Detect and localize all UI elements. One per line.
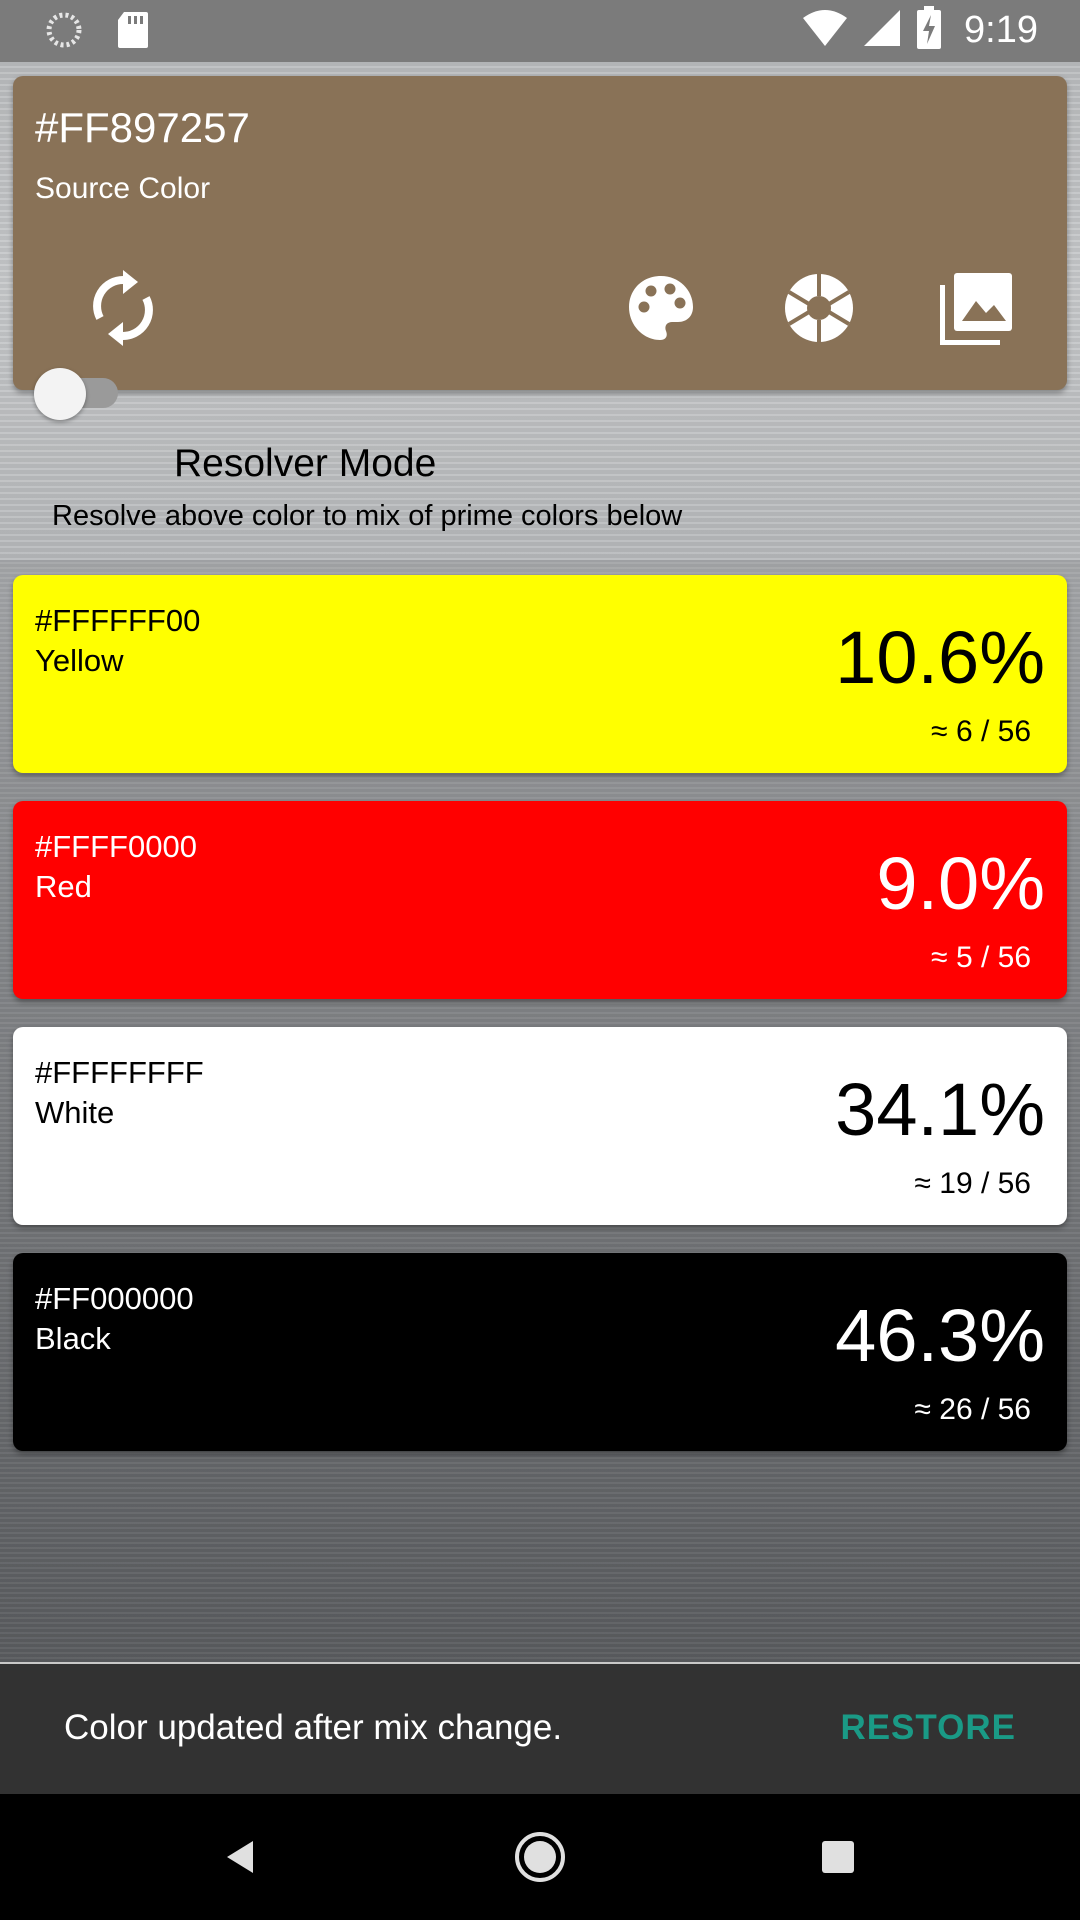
sd-card-icon [116,10,150,55]
wifi-icon [802,8,848,53]
recents-icon[interactable] [805,1824,871,1890]
swatch-ratio: ≈ 26 / 56 [914,1393,1031,1426]
source-hex-value: #FF897257 [35,104,250,151]
swatch-card-yellow[interactable]: #FFFFFF00 Yellow 10.6% ≈ 6 / 56 [13,575,1067,773]
snackbar: Color updated after mix change. RESTORE [0,1664,1080,1794]
resolver-toggle[interactable] [34,368,86,420]
swatch-percent: 34.1% [835,1068,1045,1151]
swatch-name: White [35,1095,115,1130]
status-time: 9:19 [964,9,1038,51]
cell-signal-icon [862,8,902,53]
snackbar-message: Color updated after mix change. [64,1708,563,1747]
swatch-card-black[interactable]: #FF000000 Black 46.3% ≈ 26 / 56 [13,1253,1067,1451]
swatch-card-white[interactable]: #FFFFFFFF White 34.1% ≈ 19 / 56 [13,1027,1067,1225]
swatch-hex: #FFFFFF00 [35,603,201,638]
home-icon[interactable] [507,1824,573,1890]
palette-icon[interactable] [621,268,701,348]
resolver-description: Resolve above color to mix of prime colo… [52,500,683,532]
swatch-ratio: ≈ 6 / 56 [931,715,1031,748]
battery-charging-icon [916,6,942,55]
swatch-name: Black [35,1321,111,1356]
camera-shutter-icon[interactable] [779,268,859,348]
source-color-card[interactable]: #FF897257 Source Color [13,76,1067,390]
swatch-name: Red [35,869,92,904]
swatch-hex: #FFFF0000 [35,829,197,864]
swatch-card-red[interactable]: #FFFF0000 Red 9.0% ≈ 5 / 56 [13,801,1067,999]
navigation-bar [0,1794,1080,1920]
swatch-percent: 9.0% [876,842,1045,925]
swatch-ratio: ≈ 5 / 56 [931,941,1031,974]
gallery-icon[interactable] [937,268,1017,348]
swatch-percent: 46.3% [835,1294,1045,1377]
back-icon[interactable] [208,1824,274,1890]
swatch-name: Yellow [35,643,124,678]
status-bar: 9:19 [0,0,1080,62]
swatch-ratio: ≈ 19 / 56 [914,1167,1031,1200]
swatch-percent: 10.6% [835,616,1045,699]
source-color-label: Source Color [35,172,211,205]
swatch-hex: #FFFFFFFF [35,1055,204,1090]
restore-button[interactable]: RESTORE [840,1708,1016,1748]
sync-spinner-icon [44,10,84,55]
refresh-icon[interactable] [83,268,163,348]
swatch-hex: #FF000000 [35,1281,194,1316]
resolver-mode-title: Resolver Mode [174,442,437,485]
